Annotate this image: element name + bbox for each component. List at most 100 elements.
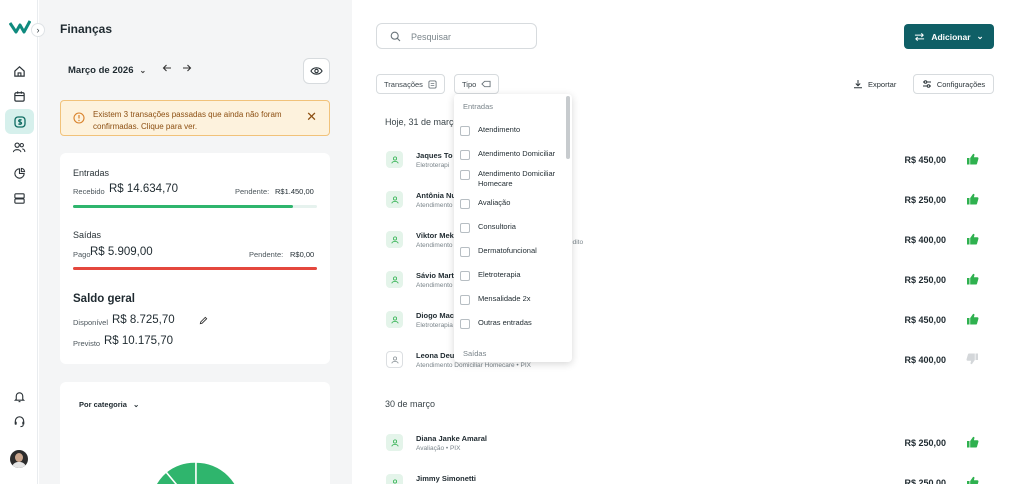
- checkbox[interactable]: [460, 223, 470, 233]
- type-option[interactable]: Outras entradas: [460, 318, 566, 329]
- type-option-label: Avaliação: [478, 198, 511, 207]
- app-logo-icon[interactable]: [9, 19, 31, 35]
- export-button[interactable]: Exportar: [853, 79, 896, 89]
- checkbox[interactable]: [460, 247, 470, 257]
- category-select[interactable]: Por categoria ⌄: [79, 400, 139, 409]
- users-icon[interactable]: [8, 136, 30, 158]
- type-option-label: Eletroterapia: [478, 270, 521, 279]
- thumbs-up-icon[interactable]: [966, 475, 979, 484]
- previous-month-button[interactable]: [162, 63, 172, 76]
- type-option-label: Atendimento: [478, 125, 521, 134]
- storage-icon[interactable]: [8, 187, 30, 209]
- type-filter-dropdown[interactable]: Entradas Atendimento Atendimento Domicili…: [454, 94, 572, 362]
- type-option[interactable]: Atendimento Domiciliar: [460, 149, 566, 160]
- transaction-amount: R$ 450,00: [904, 315, 946, 325]
- expenses-pending-value: R$0,00: [290, 250, 315, 259]
- checkbox[interactable]: [460, 170, 470, 180]
- calendar-icon[interactable]: [8, 85, 30, 107]
- pencil-icon[interactable]: [199, 316, 208, 325]
- checkbox[interactable]: [460, 199, 470, 209]
- paid-value: R$ 5.909,00: [90, 246, 153, 258]
- search-box[interactable]: [376, 23, 537, 49]
- dropdown-scrollbar[interactable]: [566, 96, 570, 159]
- type-option-label: Atendimento Domiciliar: [478, 149, 556, 158]
- filter-type-chip[interactable]: Tipo: [454, 74, 500, 94]
- type-option-label: Outras entradas: [478, 318, 532, 327]
- checkbox[interactable]: [460, 319, 470, 329]
- type-option-label: Consultoria: [478, 222, 516, 231]
- checkbox[interactable]: [460, 295, 470, 305]
- download-icon: [854, 80, 862, 89]
- expenses-progress-bar: [73, 267, 317, 270]
- filter-transactions-chip[interactable]: Transações: [376, 74, 445, 94]
- toggle-visibility-button[interactable]: [303, 58, 330, 84]
- avatar[interactable]: [10, 450, 28, 468]
- income-progress-fill: [73, 205, 293, 208]
- transaction-amount: R$ 250,00: [904, 195, 946, 205]
- checkbox[interactable]: [460, 271, 470, 281]
- client-name: Jaques To: [416, 151, 453, 160]
- type-option-label: Mensalidade 2x: [478, 294, 531, 303]
- type-option[interactable]: Atendimento: [460, 125, 566, 136]
- type-option[interactable]: Avaliação: [460, 198, 566, 209]
- filter-transactions-label: Transações: [384, 79, 423, 89]
- user-icon: [386, 351, 403, 368]
- home-icon[interactable]: [8, 60, 30, 82]
- client-name: Leona Deu: [416, 351, 455, 360]
- thumbs-up-icon[interactable]: [966, 152, 979, 170]
- expenses-pending-label: Pendente:: [249, 250, 284, 259]
- reports-icon[interactable]: [8, 162, 30, 184]
- close-icon[interactable]: ✕: [306, 110, 317, 124]
- thumbs-up-icon[interactable]: [966, 272, 979, 290]
- user-icon: [386, 151, 403, 168]
- pie-slice[interactable]: [195, 461, 242, 484]
- search-input[interactable]: [411, 29, 529, 44]
- thumbs-up-icon[interactable]: [966, 435, 979, 453]
- client-name: Diogo Mac: [416, 311, 454, 320]
- client-name: Sávio Mart: [416, 271, 454, 280]
- transaction-row[interactable]: Diana Janke Amaral Avaliação • PIX R$ 250,…: [376, 427, 1000, 467]
- add-button-label: Adicionar: [931, 31, 971, 42]
- type-option[interactable]: Dermatofuncional: [460, 246, 566, 257]
- checkbox[interactable]: [460, 126, 470, 136]
- transaction-details: Eletroterapia: [416, 322, 453, 329]
- received-value: R$ 14.634,70: [109, 183, 179, 195]
- support-icon[interactable]: [8, 410, 30, 432]
- forecast-label: Previsto: [73, 339, 101, 348]
- chevron-down-icon: ⌄: [976, 31, 984, 41]
- type-option[interactable]: Mensalidade 2x: [460, 294, 566, 305]
- bell-icon[interactable]: [8, 385, 30, 407]
- type-option[interactable]: Atendimento Domiciliar Homecare: [460, 169, 566, 189]
- sidebar-toggle-button[interactable]: ›: [31, 23, 45, 37]
- next-month-button[interactable]: [182, 63, 192, 76]
- date-header: 30 de março: [385, 399, 436, 409]
- unconfirmed-transactions-alert[interactable]: Existem 3 transações passadas que ainda …: [60, 100, 330, 136]
- client-name: Diana Janke Amaral: [416, 434, 488, 443]
- export-label: Exportar: [868, 79, 897, 89]
- user-icon: [386, 311, 403, 328]
- transactions-icon: [428, 79, 437, 89]
- chevron-down-icon: ⌄: [139, 66, 147, 75]
- settings-button[interactable]: Configurações: [913, 74, 994, 94]
- thumbs-up-icon[interactable]: [966, 232, 979, 250]
- expenses-title: Saídas: [73, 230, 102, 240]
- finance-icon[interactable]: [5, 109, 34, 134]
- thumbs-up-icon[interactable]: [966, 192, 979, 210]
- transaction-row[interactable]: Jimmy SimonettiAtendimento • PIXR$ 250,0…: [376, 467, 1000, 484]
- arrow-left-icon: [162, 64, 171, 72]
- thumbs-down-icon[interactable]: [966, 352, 979, 370]
- client-name: Antônia Nu: [416, 191, 456, 200]
- type-option[interactable]: Eletroterapia: [460, 270, 566, 281]
- settings-label: Configurações: [936, 79, 986, 89]
- thumbs-up-icon[interactable]: [966, 312, 979, 330]
- month-selector[interactable]: Março de 2026 ⌄: [68, 65, 146, 76]
- category-select-label: Por categoria: [79, 400, 127, 409]
- income-title: Entradas: [73, 168, 110, 178]
- available-value: R$ 8.725,70: [112, 314, 175, 326]
- transaction-details: Atendimento: [416, 282, 453, 289]
- type-option[interactable]: Consultoria: [460, 222, 566, 233]
- checkbox[interactable]: [460, 150, 470, 160]
- add-button[interactable]: Adicionar ⌄: [904, 24, 994, 49]
- summary-card: Entradas Recebido R$ 14.634,70 Pendente:…: [60, 153, 330, 364]
- dropdown-expense-header: Saídas: [463, 349, 487, 358]
